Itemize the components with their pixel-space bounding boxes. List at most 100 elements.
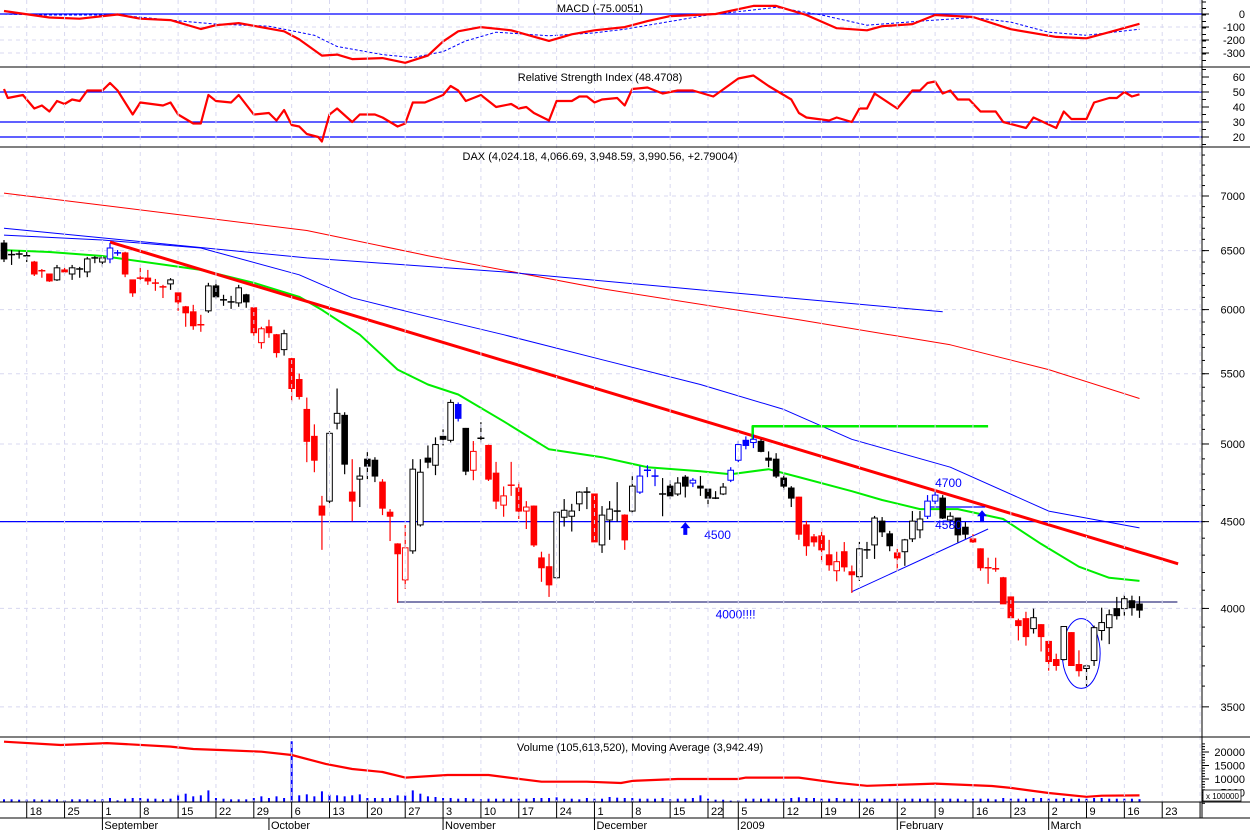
- candle-body: [848, 571, 856, 576]
- candle-body: [636, 475, 644, 493]
- candle-body: [750, 438, 757, 444]
- candle: [386, 509, 394, 542]
- day-label: 22: [219, 806, 231, 818]
- candle: [939, 495, 946, 520]
- day-label: 24: [560, 806, 572, 818]
- candle-body: [560, 509, 568, 518]
- candle: [106, 243, 114, 264]
- candle-body: [803, 524, 810, 547]
- candle-body: [235, 287, 242, 304]
- candle: [977, 548, 984, 571]
- candle-body: [878, 520, 886, 533]
- candle: [432, 437, 439, 476]
- candle: [280, 329, 288, 356]
- candle-body: [129, 279, 136, 294]
- candle: [999, 576, 1007, 605]
- day-label: 3: [1203, 806, 1209, 818]
- candle: [583, 487, 591, 510]
- day-label: 17: [522, 806, 534, 818]
- candle-body: [772, 458, 780, 477]
- candle-body: [833, 561, 841, 572]
- candle: [848, 565, 856, 593]
- candle-body: [121, 252, 129, 275]
- candle: [348, 459, 356, 522]
- candle: [38, 268, 46, 278]
- candle: [591, 493, 598, 543]
- candle: [311, 424, 318, 473]
- candle-body: [576, 491, 583, 505]
- day-label: 15: [181, 806, 193, 818]
- candle: [507, 461, 515, 496]
- candle-body: [417, 471, 424, 526]
- day-label: 18: [30, 806, 42, 818]
- candle: [197, 314, 205, 332]
- day-label: 1: [597, 806, 603, 818]
- day-label: 2: [1052, 806, 1058, 818]
- annotation-label: 4580: [935, 518, 962, 532]
- candle: [924, 495, 931, 520]
- candle-body: [182, 306, 189, 314]
- candle: [303, 397, 311, 463]
- candle: [1090, 625, 1098, 666]
- day-label: 26: [862, 806, 874, 818]
- candle: [470, 441, 477, 481]
- candle: [598, 506, 606, 553]
- candle-body: [682, 476, 689, 487]
- candle-body: [598, 514, 606, 546]
- candle: [682, 475, 689, 498]
- rsi-axis-label: 40: [1233, 102, 1245, 114]
- candle-body: [719, 486, 727, 495]
- month-label: October: [271, 820, 310, 830]
- candle: [560, 499, 568, 527]
- red-trendline: [109, 240, 1179, 566]
- day-label: 2: [900, 806, 906, 818]
- candle-body: [545, 566, 553, 586]
- candle-body: [409, 468, 417, 552]
- candle: [1037, 624, 1045, 652]
- candle: [568, 503, 576, 532]
- green-resistance-line: [751, 424, 989, 440]
- price-axis-label: 5000: [1221, 439, 1245, 451]
- candle: [1128, 595, 1136, 616]
- candle: [8, 250, 16, 265]
- candle-body: [757, 440, 765, 452]
- candle: [235, 284, 242, 307]
- candle: [833, 551, 841, 582]
- candle: [258, 326, 265, 349]
- candle: [159, 284, 167, 299]
- candle: [485, 444, 492, 482]
- candle: [242, 293, 250, 308]
- candle-body: [621, 514, 629, 541]
- candle-body: [189, 311, 197, 327]
- candle: [727, 467, 735, 483]
- day-label: 8: [635, 806, 641, 818]
- day-label: 22: [711, 806, 723, 818]
- candle-body: [333, 412, 341, 424]
- candle: [530, 505, 538, 547]
- macd-axis-label: 0: [1239, 9, 1245, 21]
- candle-body: [886, 533, 893, 547]
- day-label: 10: [484, 806, 496, 818]
- candle: [636, 466, 644, 494]
- candle: [83, 256, 91, 278]
- candle-body: [674, 482, 682, 495]
- candle-body: [1098, 622, 1105, 632]
- candle: [174, 292, 182, 311]
- macd-axis-label: -300: [1223, 48, 1245, 60]
- candle: [659, 478, 667, 517]
- candle-body: [916, 518, 924, 531]
- rsi-line: [2, 74, 1140, 143]
- day-label: 9: [1090, 806, 1096, 818]
- candle: [1068, 632, 1075, 666]
- candle-body: [787, 487, 795, 499]
- candle-body: [348, 491, 356, 502]
- day-label: 6: [295, 806, 301, 818]
- candle-body: [386, 511, 394, 517]
- price-axis-label: 6500: [1221, 246, 1245, 258]
- candle-body: [727, 469, 735, 481]
- candle: [651, 469, 659, 487]
- candle-body: [765, 457, 772, 461]
- candle: [742, 436, 750, 450]
- day-label: 16: [1127, 806, 1139, 818]
- candle-body: [167, 279, 174, 285]
